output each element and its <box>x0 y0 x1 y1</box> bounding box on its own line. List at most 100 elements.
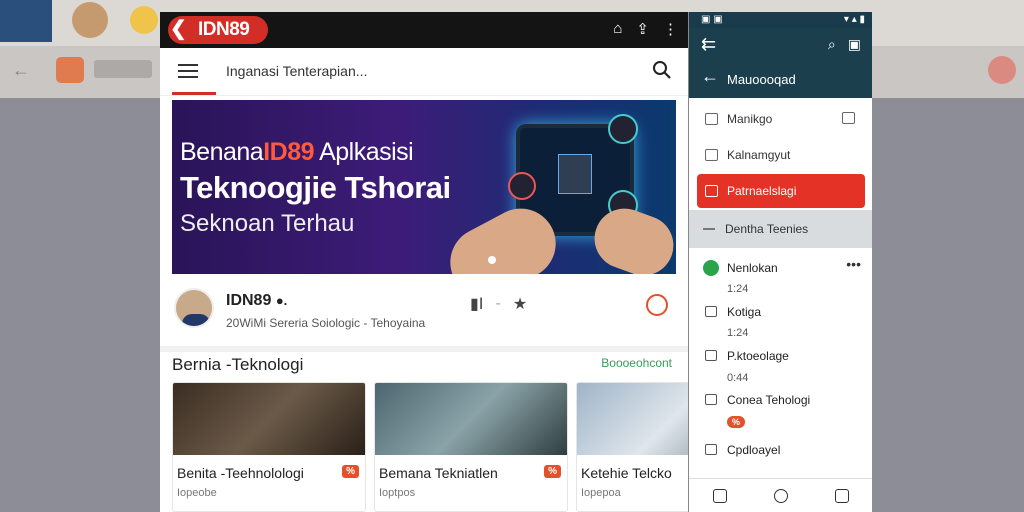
banner-line-1: BenanaID89 Aplkasisi <box>180 138 414 167</box>
menu-item-icon <box>705 185 718 197</box>
article-subtitle: Ioptpos <box>379 487 416 499</box>
panel-header-icons: ⌕ ▣ <box>828 36 861 53</box>
back-arrow-icon[interactable]: ← <box>701 66 719 87</box>
section-title: Bernia -Teknologi <box>172 355 304 374</box>
bookmark-icon[interactable]: ▣ <box>848 36 861 53</box>
banner-line1-pre: Benana <box>180 138 264 166</box>
panel-item-name[interactable]: Cpdloayel <box>727 443 780 457</box>
article-thumbnail <box>173 383 365 455</box>
background-avatar-2 <box>130 6 158 34</box>
author-actions: ▮Ⅰ - ★ <box>470 294 527 314</box>
nav-home-icon[interactable] <box>712 488 727 503</box>
menu-item-label: Dentha Teenies <box>725 222 809 236</box>
article-card[interactable]: Benita -Teehnolologi Iopeobe % <box>172 382 366 512</box>
brand-name: IDN89 <box>198 19 250 40</box>
panel-item-name[interactable]: Kotiga <box>727 305 761 319</box>
menu-icon[interactable] <box>178 64 198 78</box>
menu-item-label: Patrnaelslagi <box>727 184 797 198</box>
dash-icon <box>703 228 715 230</box>
panel-title: Mauoooqad <box>727 72 796 87</box>
article-card[interactable]: Bemana Tekniatlen Ioptpos % <box>374 382 568 512</box>
background-block <box>0 0 52 42</box>
section-see-all-link[interactable]: Boooeohcont <box>601 356 672 370</box>
bookmark-icon[interactable]: ⌂ <box>613 20 622 38</box>
folder-icon <box>705 306 717 317</box>
author-name[interactable]: IDN89 ●. <box>226 292 287 310</box>
panel-item-meta: 1:24 <box>727 283 749 295</box>
share-icon[interactable]: ⇪ <box>636 20 649 38</box>
background-title-placeholder <box>94 60 152 78</box>
panel-bottom-nav <box>689 478 872 512</box>
more-vert-icon[interactable]: ⋮ <box>663 20 678 38</box>
menu-item-icon <box>705 113 718 125</box>
top-icons: ⌂ ⇪ ⋮ <box>613 20 678 38</box>
author-name-text: IDN89 <box>226 292 272 309</box>
carousel-dot[interactable] <box>488 256 496 264</box>
menu-item-icon <box>705 149 718 161</box>
more-horiz-icon[interactable]: ••• <box>846 256 861 272</box>
main-app-screen: IDN89 ❮ ⌂ ⇪ ⋮ Inganasi Tenterapian... Be… <box>160 12 688 512</box>
side-panel: ▣ ▣ ▾ ▴ ▮ ⇇ ⌕ ▣ ← Mauoooqad Manikgo Kaln… <box>688 12 872 512</box>
background-avatar <box>72 2 108 38</box>
panel-item-name[interactable]: P.ktoeolage <box>727 349 789 363</box>
article-cards: Benita -Teehnolologi Iopeobe % Bemana Te… <box>172 382 688 512</box>
section-divider <box>160 346 688 352</box>
nav-info-icon[interactable] <box>773 488 788 503</box>
folder-icon <box>705 394 717 405</box>
article-title: Benita -Teehnolologi <box>177 465 304 481</box>
background-circle-icon <box>988 56 1016 84</box>
refresh-share-icon[interactable] <box>646 294 668 316</box>
save-icon[interactable]: ▮Ⅰ <box>470 294 484 314</box>
hero-banner[interactable]: BenanaID89 Aplkasisi Teknoogjie Tshorai … <box>172 100 676 274</box>
panel-item-badge: % <box>727 416 746 428</box>
status-right: ▾ ▴ ▮ <box>843 14 865 25</box>
author-meta: 20WiMi Sereria Soiologic - Tehoyaina <box>226 316 426 330</box>
background-back-icon: ← <box>12 60 30 80</box>
nav-tasks-icon[interactable] <box>835 488 850 503</box>
menu-item-label: Manikgo <box>727 112 773 126</box>
panel-menu-item[interactable]: Manikgo <box>697 102 865 136</box>
article-thumbnail <box>577 383 688 455</box>
article-badge: % <box>342 465 359 478</box>
folder-icon <box>705 350 717 361</box>
panel-menu-item[interactable]: Kalnamgyut <box>697 138 865 172</box>
back-arrow-icon[interactable]: ❮ <box>170 16 187 41</box>
article-card[interactable]: Ketehie Telcko Iopepoa <box>576 382 688 512</box>
status-bar: ▣ ▣ ▾ ▴ ▮ <box>689 12 872 28</box>
app-bar: IDN89 ❮ ⌂ ⇪ ⋮ <box>160 12 688 48</box>
search-icon[interactable]: ⌕ <box>828 36 836 53</box>
profile-bubble-illustration <box>608 114 638 144</box>
status-left: ▣ ▣ <box>701 14 723 25</box>
panel-menu-item[interactable]: Dentha Teenies <box>689 210 872 248</box>
panel-menu-item-active[interactable]: Patrnaelslagi <box>697 174 865 208</box>
menu-item-trailing-icon <box>842 112 855 124</box>
article-subtitle: Iopepoa <box>581 487 621 499</box>
star-icon[interactable]: ★ <box>513 294 527 314</box>
collapse-icon[interactable]: ⇇ <box>701 34 716 55</box>
panel-item-meta: 0:44 <box>727 372 749 384</box>
panel-item-name[interactable]: Conea Tehologi <box>727 393 810 407</box>
search-input[interactable]: Inganasi Tenterapian... <box>226 63 367 79</box>
banner-line1-accent: ID89 <box>263 138 315 166</box>
background-app-icon <box>56 57 84 83</box>
avatar[interactable] <box>174 288 214 328</box>
menu-item-label: Kalnamgyut <box>727 148 791 162</box>
panel-header: ⇇ ⌕ ▣ ← Mauoooqad <box>689 28 872 98</box>
tablet-face-illustration <box>558 154 592 194</box>
banner-line1-post: Aplkasisi <box>314 138 414 166</box>
article-thumbnail <box>375 383 567 455</box>
banner-subline: Seknoan Terhau <box>180 210 355 237</box>
search-icon[interactable] <box>652 60 672 80</box>
article-title: Ketehie Telcko <box>581 465 672 481</box>
separator: - <box>495 295 501 312</box>
status-dot-icon <box>703 260 719 276</box>
checkbox-icon[interactable] <box>705 444 717 455</box>
panel-item-meta: 1:24 <box>727 327 749 339</box>
menu-underline <box>172 92 216 95</box>
verified-icon: ●. <box>275 293 288 308</box>
article-subtitle: Iopeobe <box>177 487 217 499</box>
author-row: IDN89 ●. 20WiMi Sereria Soiologic - Teho… <box>160 278 688 348</box>
panel-item-name[interactable]: Nenlokan <box>727 261 778 275</box>
banner-headline: Teknoogjie Tshorai <box>180 170 451 205</box>
profile-bubble-illustration <box>508 172 536 200</box>
